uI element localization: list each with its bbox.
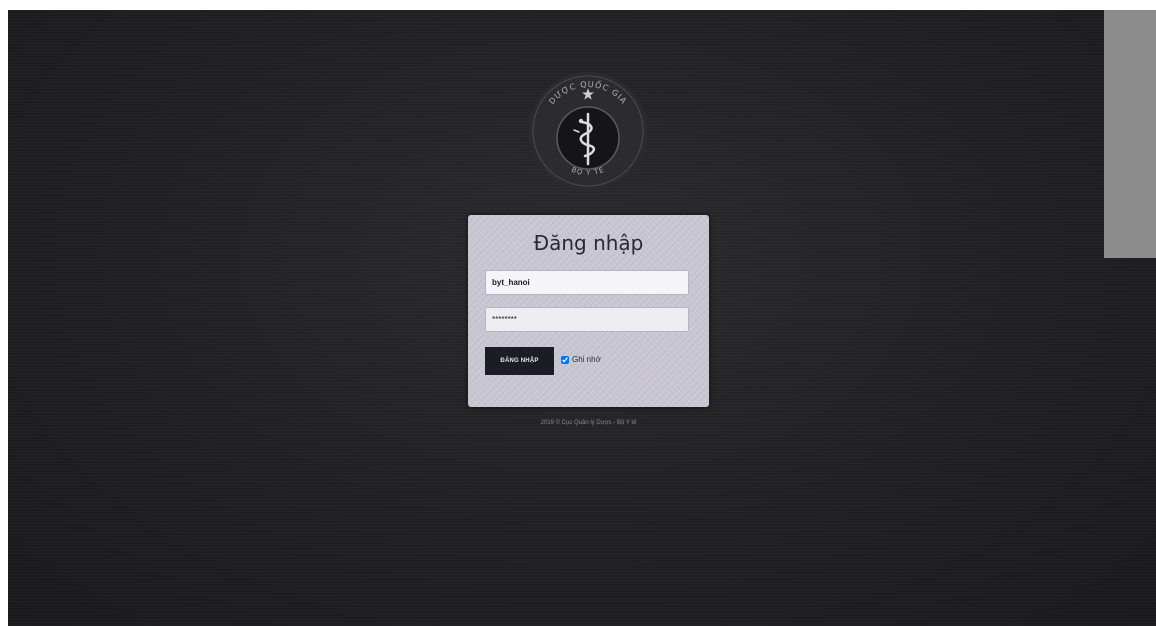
ministry-seal-logo: DƯỢC QUỐC GIA BỘ Y TẾ bbox=[529, 72, 647, 190]
login-button[interactable]: ĐĂNG NHẬP bbox=[485, 347, 554, 375]
footer-copyright: 2019 © Cục Quản lý Dược - Bộ Y tế bbox=[540, 420, 637, 426]
remember-label: Ghi nhớ bbox=[572, 355, 601, 364]
remember-me[interactable]: Ghi nhớ bbox=[561, 355, 601, 364]
login-title: Đăng nhập bbox=[533, 231, 644, 255]
login-card: Đăng nhập ĐĂNG NHẬP Ghi nhớ bbox=[468, 215, 709, 407]
password-input[interactable] bbox=[485, 307, 689, 332]
remember-checkbox[interactable] bbox=[561, 355, 569, 364]
page-background: DƯỢC QUỐC GIA BỘ Y TẾ Đăng nhập ĐĂNG NHẬ… bbox=[8, 10, 1156, 626]
username-input[interactable] bbox=[485, 270, 689, 295]
side-panel bbox=[1104, 10, 1156, 258]
